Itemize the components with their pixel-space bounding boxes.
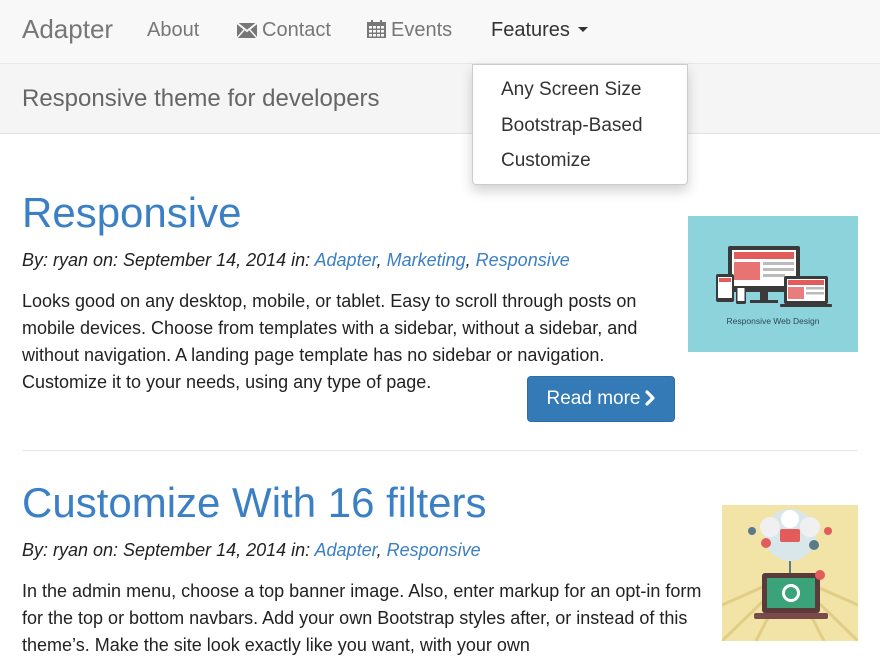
post-1-title[interactable]: Responsive	[22, 189, 241, 237]
post-1-meta: By: ryan on: September 14, 2014 in: Adap…	[22, 250, 570, 270]
read-more-label: Read more	[546, 388, 641, 409]
post-2-thumbnail[interactable]	[722, 505, 858, 641]
post-2-excerpt: In the admin menu, choose a top banner i…	[22, 581, 702, 655]
tagline-bar: Responsive theme for developers	[0, 64, 880, 134]
dropdown-item-any-screen-size[interactable]: Any Screen Size	[501, 79, 641, 101]
post-2-title[interactable]: Customize With 16 filters	[22, 479, 486, 527]
brand-link[interactable]: Adapter	[22, 14, 113, 45]
post-1-category-marketing[interactable]: Marketing	[387, 250, 466, 270]
nav-contact-label: Contact	[262, 19, 331, 41]
post-2-category-responsive[interactable]: Responsive	[387, 540, 481, 560]
nav-about-label: About	[147, 19, 200, 41]
dropdown-item-customize[interactable]: Customize	[501, 150, 591, 172]
post-2-meta: By: ryan on: September 14, 2014 in: Adap…	[22, 540, 481, 560]
nav-events[interactable]: Events	[367, 19, 452, 42]
post-2-meta-prefix: By: ryan on: September 14, 2014 in:	[22, 540, 311, 560]
site-tagline: Responsive theme for developers	[22, 85, 380, 112]
nav-features-toggle[interactable]: Features	[491, 19, 588, 42]
chevron-right-icon	[644, 390, 655, 406]
nav-contact[interactable]: Contact	[236, 19, 331, 42]
dropdown-item-bootstrap-based[interactable]: Bootstrap-Based	[501, 115, 643, 137]
post-2-category-adapter[interactable]: Adapter	[315, 540, 377, 560]
thumb-caption: Responsive Web Design	[727, 316, 820, 326]
post-divider	[22, 450, 858, 451]
envelope-icon	[236, 22, 258, 39]
nav-features-label: Features	[491, 19, 570, 41]
caret-down-icon	[577, 27, 588, 32]
calendar-icon	[367, 20, 386, 38]
post-1-category-adapter[interactable]: Adapter	[315, 250, 377, 270]
read-more-button[interactable]: Read more	[527, 376, 675, 422]
post-1-category-responsive[interactable]: Responsive	[476, 250, 570, 270]
post-1-meta-prefix: By: ryan on: September 14, 2014 in:	[22, 250, 311, 270]
post-1-thumbnail[interactable]: Responsive Web Design	[688, 216, 858, 352]
features-dropdown-menu: Any Screen Size Bootstrap-Based Customiz…	[472, 64, 688, 185]
navbar: Adapter About Contact Events Features	[0, 0, 880, 64]
nav-events-label: Events	[391, 19, 453, 41]
nav-about[interactable]: About	[147, 19, 199, 42]
